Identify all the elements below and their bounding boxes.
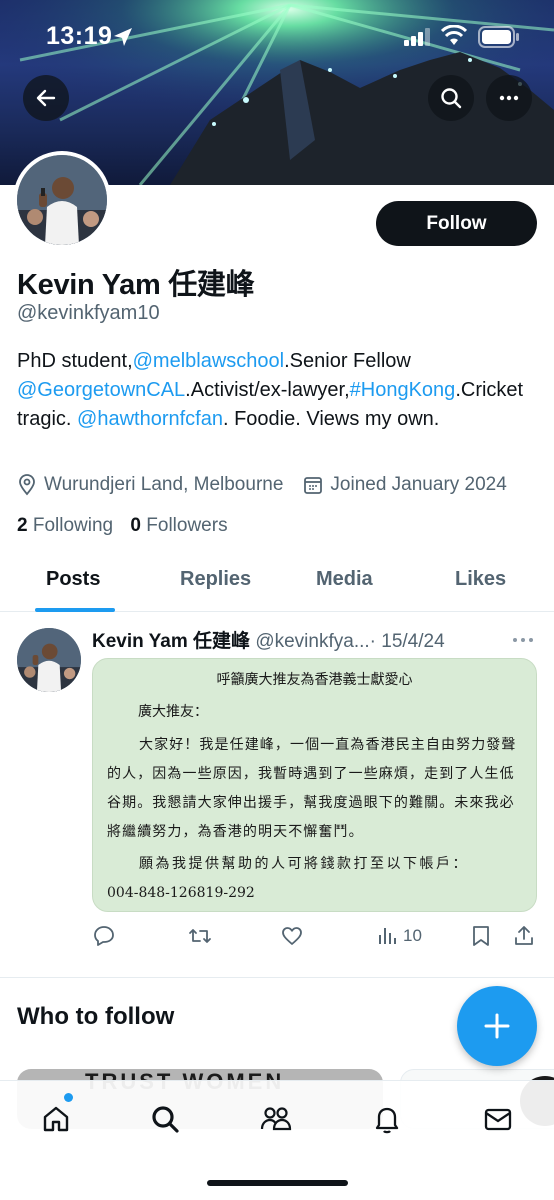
post-author-name[interactable]: Kevin Yam 任建峰 [92, 631, 250, 652]
bookmark-button[interactable] [470, 924, 492, 948]
bio-text: PhD student, [17, 350, 133, 372]
following-link[interactable]: 2 Following [17, 515, 113, 536]
more-horizontal-icon [499, 95, 519, 101]
location-text: Wurundjeri Land, Melbourne [44, 474, 284, 495]
more-options-button[interactable] [486, 75, 532, 121]
tab-likes[interactable]: Likes [455, 568, 506, 591]
followers-count: 0 [130, 515, 141, 536]
active-tab-indicator [35, 608, 115, 612]
bell-icon [375, 1107, 399, 1134]
post-header: Kevin Yam 任建峰 @kevinkfya...· 15/4/24 [92, 626, 445, 653]
home-indicator[interactable] [207, 1180, 348, 1186]
followers-link[interactable]: 0 Followers [130, 515, 227, 536]
follow-button[interactable]: Follow [376, 201, 537, 246]
profile-handle: @kevinkfyam10 [17, 302, 160, 324]
status-bar: 13:19 [0, 0, 554, 72]
cellular-signal-icon [404, 28, 430, 46]
search-icon [441, 88, 462, 109]
nav-notifications[interactable] [367, 1099, 407, 1139]
nav-messages[interactable] [478, 1099, 518, 1139]
bio-text: .Senior Fellow [284, 350, 411, 372]
post-more-icon[interactable] [511, 630, 535, 650]
joined-text: Joined January 2024 [330, 474, 507, 495]
image-title-text: 呼籲廣大推友為香港義士獻愛心 [216, 672, 413, 688]
nav-home[interactable] [36, 1099, 76, 1139]
home-icon [43, 1106, 69, 1132]
joined-item: Joined January 2024 [303, 474, 507, 496]
bio-mention-link[interactable]: @melblawschool [133, 350, 284, 372]
share-button[interactable] [512, 924, 536, 948]
nav-explore[interactable] [145, 1099, 185, 1139]
communities-icon [260, 1107, 292, 1131]
who-to-follow-heading: Who to follow [17, 1003, 175, 1030]
back-button[interactable] [23, 75, 69, 121]
following-count: 2 [17, 515, 28, 536]
location-item: Wurundjeri Land, Melbourne [17, 474, 283, 496]
repost-button[interactable] [187, 924, 213, 948]
profile-bio: PhD student,@melblawschool.Senior Fellow… [17, 347, 537, 434]
location-pin-icon [19, 474, 35, 496]
compose-post-button[interactable] [457, 986, 537, 1066]
profile-tabs: Posts Replies Media Likes [0, 556, 554, 612]
repost-icon [189, 929, 211, 943]
search-icon [152, 1106, 179, 1133]
image-body-text: 大家好！我是任建峰，一個一直為香港民主自由努力發聲的人，因為一些原因，我暫時遇到… [107, 737, 517, 840]
post-image[interactable]: 呼籲廣大推友為香港義士獻愛心 廣大推友： 大家好！我是任建峰，一個一直為香港民主… [92, 658, 537, 912]
bio-mention-link[interactable]: @GeorgetownCAL [17, 379, 185, 401]
share-icon [515, 926, 533, 945]
image-account-number: 004-848-126819-292 [107, 885, 255, 901]
wifi-icon [441, 25, 467, 45]
arrow-left-icon [36, 89, 56, 107]
bio-hashtag-link[interactable]: #HongKong [350, 379, 456, 401]
tab-media[interactable]: Media [316, 568, 373, 591]
like-button[interactable] [280, 924, 304, 948]
heart-icon [282, 927, 302, 945]
search-button[interactable] [428, 75, 474, 121]
profile-name: Kevin Yam 任建峰 [17, 269, 255, 301]
status-time: 13:19 [46, 22, 113, 50]
profile-avatar[interactable] [13, 151, 111, 249]
location-arrow-icon [114, 28, 132, 46]
reply-button[interactable] [92, 924, 116, 948]
tab-replies[interactable]: Replies [180, 568, 251, 591]
avatar-photo [17, 155, 107, 245]
mail-icon [484, 1108, 512, 1131]
bookmark-icon [473, 926, 489, 946]
followers-label: Followers [146, 515, 228, 536]
bio-text: .Activist/ex-lawyer, [185, 379, 350, 401]
nav-communities[interactable] [256, 1099, 296, 1139]
tab-posts[interactable]: Posts [46, 568, 100, 591]
home-notification-dot [64, 1093, 73, 1102]
profile-meta: Wurundjeri Land, Melbourne Joined Januar… [17, 474, 507, 496]
reply-icon [94, 926, 114, 946]
post-author-handle[interactable]: @kevinkfya... [255, 631, 369, 652]
image-account-label: 願為我提供幫助的人可將錢款打至以下帳戶： [139, 856, 469, 872]
plus-icon [484, 1013, 510, 1039]
post-date[interactable]: · 15/4/24 [370, 631, 445, 652]
battery-icon [478, 26, 519, 48]
calendar-icon [304, 477, 323, 494]
views-count: 10 [403, 926, 422, 945]
bio-text: . Foodie. Views my own. [222, 408, 440, 430]
following-label: Following [32, 515, 114, 536]
follow-counts: 2 Following 0 Followers [17, 515, 228, 537]
post-author-avatar[interactable] [17, 628, 81, 692]
views-button[interactable]: 10 [375, 924, 422, 948]
post-actions: 10 [92, 924, 537, 952]
bio-mention-link[interactable]: @hawthornfcfan [77, 408, 223, 430]
image-greeting-text: 廣大推友： [138, 704, 208, 720]
views-icon [379, 928, 396, 944]
section-divider [0, 977, 554, 978]
